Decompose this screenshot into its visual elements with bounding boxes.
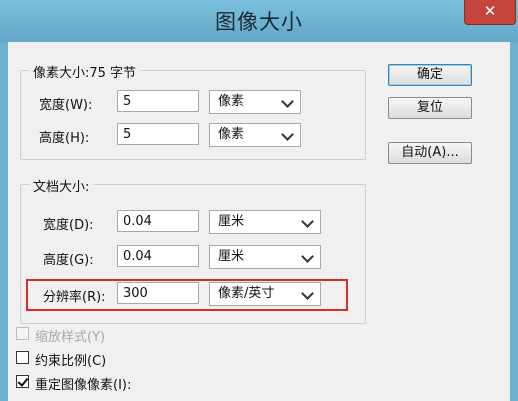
chevron-down-icon (301, 215, 314, 228)
constrain-proportions-checkbox[interactable] (16, 351, 29, 364)
dialog-title: 图像大小 (215, 10, 303, 34)
resample-image-checkbox[interactable] (16, 375, 29, 388)
auto-button[interactable]: 自动(A)... (388, 142, 472, 164)
pixel-width-input[interactable]: 5 (117, 90, 199, 112)
document-size-legend: 文档大小: (29, 176, 94, 195)
resample-image-option[interactable]: 重定图像像素(I): (16, 374, 206, 393)
pixel-height-unit-select[interactable]: 像素 (209, 123, 301, 147)
pixel-height-unit-value: 像素 (218, 127, 245, 142)
doc-height-label: 高度(G): (43, 253, 94, 268)
pixel-dimensions-group: 像素大小:75 字节 宽度(W): 5 像素 高度(H): 5 像素 (20, 62, 366, 160)
doc-width-unit-value: 厘米 (218, 214, 245, 229)
chevron-down-icon (281, 128, 294, 141)
pixel-height-input[interactable]: 5 (117, 123, 199, 145)
ok-button[interactable]: 确定 (388, 64, 472, 86)
pixel-width-unit-select[interactable]: 像素 (209, 90, 301, 114)
chevron-down-icon (281, 95, 294, 108)
image-size-dialog: 图像大小 ✕ 像素大小:75 字节 宽度(W): 5 像素 高度(H): 5 像… (0, 0, 518, 401)
constrain-proportions-option[interactable]: 约束比例(C) (16, 350, 176, 369)
reset-button[interactable]: 复位 (388, 97, 472, 119)
doc-height-unit-select[interactable]: 厘米 (209, 245, 321, 269)
doc-width-unit-select[interactable]: 厘米 (209, 210, 321, 234)
pixel-height-label: 高度(H): (39, 131, 90, 146)
scale-styles-label: 缩放样式(Y) (35, 330, 106, 345)
doc-width-label: 宽度(D): (43, 218, 94, 233)
close-icon: ✕ (483, 2, 497, 20)
doc-width-input[interactable]: 0.04 (117, 210, 199, 232)
pixel-dimensions-legend: 像素大小:75 字节 (29, 62, 141, 81)
scale-styles-option[interactable]: 缩放样式(Y) (16, 326, 176, 345)
resample-image-label: 重定图像像素(I): (35, 378, 132, 393)
doc-height-input[interactable]: 0.04 (117, 245, 199, 267)
resolution-highlight-box (26, 279, 348, 311)
close-button[interactable]: ✕ (464, 0, 516, 25)
pixel-width-label: 宽度(W): (39, 98, 93, 113)
chevron-down-icon (301, 250, 314, 263)
checkmark-icon (17, 375, 29, 387)
constrain-proportions-label: 约束比例(C) (35, 354, 107, 369)
pixel-width-unit-value: 像素 (218, 94, 245, 109)
title-bar[interactable]: 图像大小 ✕ (0, 0, 518, 42)
scale-styles-checkbox[interactable] (16, 327, 29, 340)
doc-height-unit-value: 厘米 (218, 249, 245, 264)
dialog-body: 像素大小:75 字节 宽度(W): 5 像素 高度(H): 5 像素 文档大小: (8, 42, 510, 401)
